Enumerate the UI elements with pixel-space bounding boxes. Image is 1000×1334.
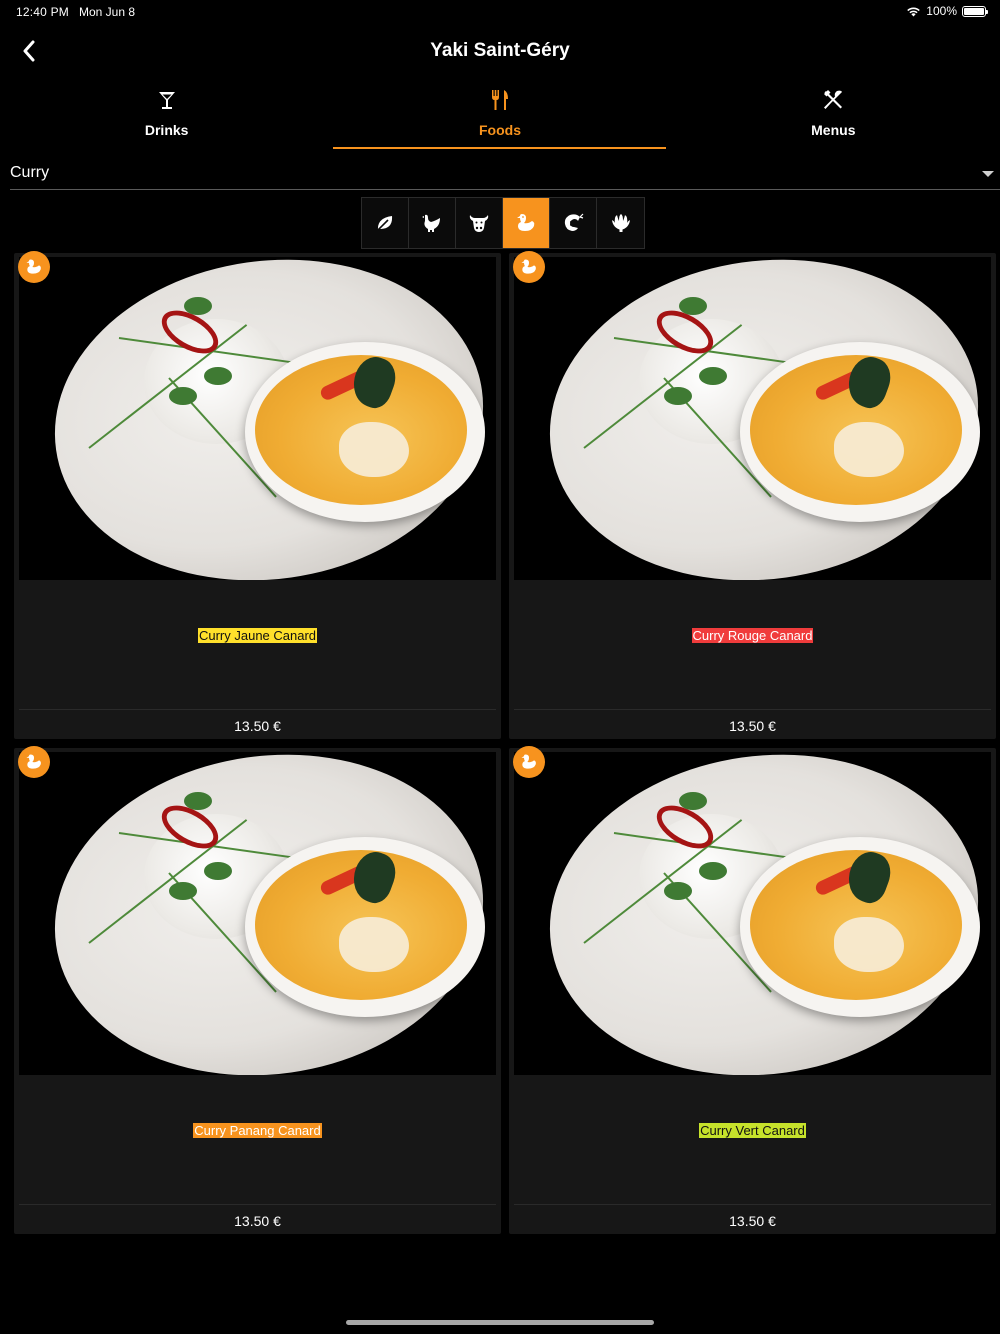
navigation-bar: Yaki Saint-Géry [0, 30, 1000, 74]
battery-icon [962, 5, 988, 17]
category-value: Curry [10, 164, 50, 181]
product-photo [514, 257, 991, 580]
beef-icon [469, 215, 489, 232]
product-name: Curry Rouge Canard [691, 628, 814, 643]
shrimp-icon [564, 213, 584, 231]
product-price: 13.50 € [729, 718, 776, 734]
seafood-shell-icon [611, 214, 630, 232]
tab-drinks[interactable]: Drinks [0, 80, 333, 152]
wifi-icon [907, 7, 921, 16]
product-photo [19, 257, 496, 580]
tab-label: Foods [478, 122, 521, 138]
battery-percent: 100% [926, 4, 957, 18]
cocktail-glass-icon [158, 92, 175, 109]
crossed-utensils-icon [824, 90, 843, 109]
status-date: Mon Jun 8 [79, 5, 136, 19]
product-card[interactable]: Curry Jaune Canard 13.50 € [14, 251, 501, 739]
product-photo [514, 752, 991, 1075]
filter-beef-button[interactable] [456, 198, 503, 248]
filter-seafood-button[interactable] [597, 198, 644, 248]
status-indicators: 100% [906, 4, 988, 18]
filter-vegetarian-button[interactable] [362, 198, 409, 248]
product-price: 13.50 € [234, 718, 281, 734]
active-tab-indicator [333, 147, 666, 149]
product-photo [19, 752, 496, 1075]
status-time: 12:40 PM [16, 5, 69, 19]
product-name: Curry Panang Canard [193, 1123, 322, 1138]
card-divider [19, 709, 496, 710]
product-name: Curry Jaune Canard [197, 628, 318, 643]
home-indicator[interactable] [346, 1320, 654, 1325]
status-bar: 12:40 PM Mon Jun 8 100% [0, 0, 1000, 24]
tab-foods[interactable]: Foods [333, 80, 666, 152]
card-divider [19, 1204, 496, 1205]
product-name: Curry Vert Canard [699, 1123, 806, 1138]
chicken-icon [422, 214, 440, 232]
fork-knife-icon [491, 90, 508, 110]
product-card[interactable]: Curry Rouge Canard 13.50 € [509, 251, 996, 739]
leaf-icon [377, 216, 393, 231]
tab-bar: Drinks Foods Menus [0, 80, 1000, 152]
card-divider [514, 709, 991, 710]
duck-icon [521, 754, 536, 769]
product-price: 13.50 € [729, 1213, 776, 1229]
duck-badge [513, 251, 545, 283]
product-card[interactable]: Curry Vert Canard 13.50 € [509, 746, 996, 1234]
dropdown-arrow-icon [982, 171, 994, 177]
duck-badge [18, 251, 50, 283]
filter-duck-button[interactable] [503, 198, 550, 248]
duck-badge [513, 746, 545, 778]
protein-filter-bar [361, 197, 645, 249]
filter-chicken-button[interactable] [409, 198, 456, 248]
product-card[interactable]: Curry Panang Canard 13.50 € [14, 746, 501, 1234]
filter-shrimp-button[interactable] [550, 198, 597, 248]
category-dropdown[interactable]: Curry [10, 160, 1000, 190]
tab-label: Menus [811, 122, 856, 138]
duck-badge [18, 746, 50, 778]
tab-label: Drinks [144, 122, 189, 138]
duck-icon [521, 259, 536, 274]
card-divider [514, 1204, 991, 1205]
product-price: 13.50 € [234, 1213, 281, 1229]
duck-icon [517, 214, 535, 231]
page-title: Yaki Saint-Géry [430, 40, 570, 61]
duck-icon [26, 259, 41, 274]
duck-icon [26, 754, 41, 769]
tab-menus[interactable]: Menus [667, 80, 1000, 152]
